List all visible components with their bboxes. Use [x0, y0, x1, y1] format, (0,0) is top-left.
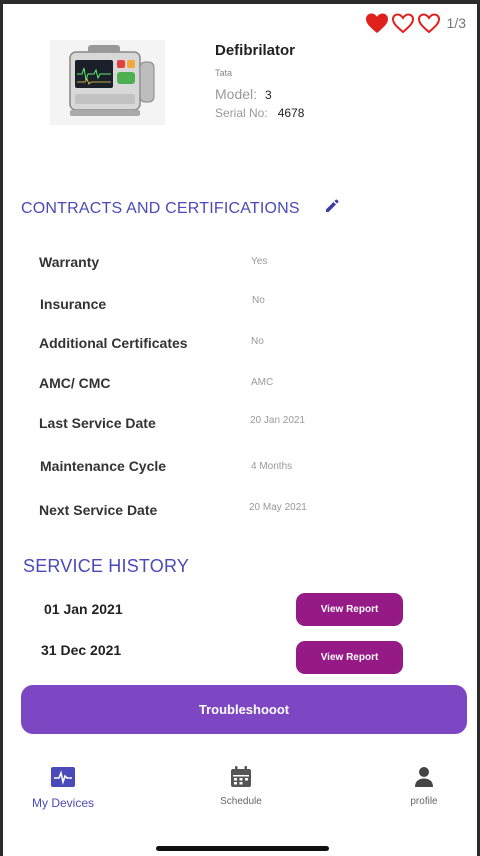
additional-certificates-label: Additional Certificates	[39, 335, 188, 351]
contracts-section-title: CONTRACTS AND CERTIFICATIONS	[21, 200, 300, 217]
nav-profile[interactable]: profile	[402, 766, 446, 807]
serial-value: 4678	[277, 106, 305, 120]
device-model: Model: 3	[215, 86, 272, 102]
home-indicator[interactable]	[156, 846, 329, 851]
additional-certificates-value: No	[251, 336, 264, 347]
history-date: 01 Jan 2021	[44, 601, 123, 617]
heart-filled-icon[interactable]	[365, 12, 389, 34]
warranty-value: Yes	[251, 256, 268, 267]
pencil-edit-icon[interactable]	[324, 198, 340, 214]
device-name: Defibrilator	[215, 42, 296, 59]
view-report-button[interactable]: View Report	[296, 641, 403, 674]
device-brand: Tata	[215, 68, 233, 78]
next-service-date-value: 20 May 2021	[249, 502, 307, 513]
amc-cmc-value: AMC	[251, 377, 274, 388]
serial-label: Serial No:	[215, 106, 268, 120]
nav-profile-label: profile	[410, 796, 438, 807]
left-frame	[0, 0, 3, 856]
last-service-date-label: Last Service Date	[39, 415, 156, 431]
maintenance-cycle-label: Maintenance Cycle	[40, 458, 167, 474]
nav-schedule[interactable]: Schedule	[216, 766, 266, 807]
heart-outline-icon[interactable]	[391, 12, 415, 34]
insurance-label: Insurance	[40, 296, 107, 312]
user-icon	[415, 767, 433, 787]
nav-schedule-label: Schedule	[220, 796, 262, 807]
device-serial: Serial No: 4678	[215, 106, 304, 120]
maintenance-cycle-value: 4 Months	[251, 461, 293, 472]
service-history-title: SERVICE HISTORY	[23, 556, 190, 576]
insurance-value: No	[252, 295, 265, 306]
view-report-button[interactable]: View Report	[296, 593, 403, 626]
nav-my-devices[interactable]: My Devices	[30, 766, 96, 810]
model-value: 3	[265, 88, 272, 102]
history-date: 31 Dec 2021	[41, 642, 122, 658]
heart-outline-icon[interactable]	[417, 12, 441, 34]
calendar-icon	[231, 766, 251, 787]
nav-my-devices-label: My Devices	[31, 796, 94, 810]
top-frame	[0, 0, 480, 4]
last-service-date-value: 20 Jan 2021	[250, 415, 306, 426]
amc-cmc-label: AMC/ CMC	[39, 375, 111, 391]
next-service-date-label: Next Service Date	[39, 502, 158, 518]
troubleshoot-button[interactable]: Troubleshooot	[21, 685, 467, 734]
pager-indicator: 1/3	[446, 15, 466, 31]
model-label: Model:	[215, 86, 258, 102]
device-image	[50, 40, 165, 125]
heartbeat-monitor-icon	[51, 767, 75, 787]
warranty-label: Warranty	[39, 254, 100, 270]
favorites-bar: 1/3	[365, 12, 466, 34]
